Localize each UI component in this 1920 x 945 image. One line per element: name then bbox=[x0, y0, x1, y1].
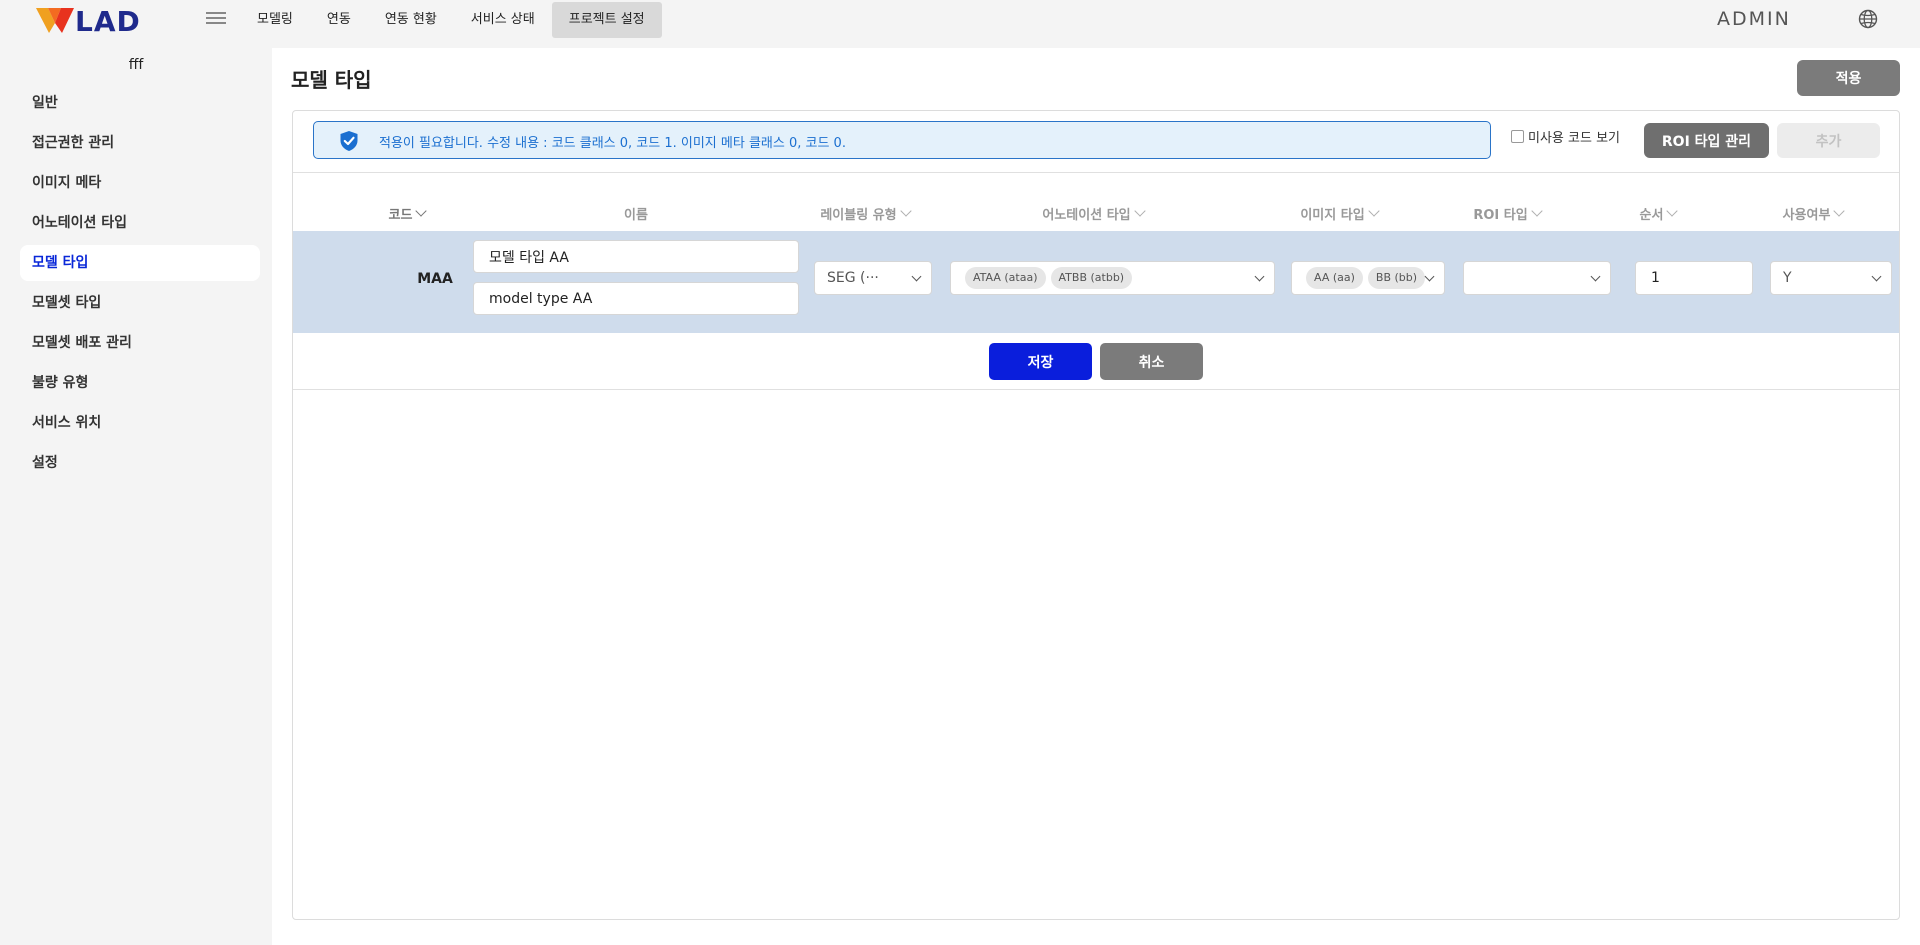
column-header-roi-type[interactable]: ROI 타입 bbox=[1427, 203, 1587, 223]
sidebar-item-access-control[interactable]: 접근권한 관리 bbox=[20, 125, 260, 161]
save-button[interactable]: 저장 bbox=[989, 343, 1092, 380]
labeling-type-value: SEG (··· bbox=[827, 270, 879, 286]
row-divider bbox=[293, 389, 1899, 390]
chevron-down-icon bbox=[1590, 271, 1601, 282]
column-header-annotation-type[interactable]: 어노테이션 타입 bbox=[933, 203, 1253, 223]
vlad-logo[interactable]: LAD bbox=[34, 3, 164, 35]
column-header-code[interactable]: 코드 bbox=[347, 203, 467, 223]
column-header-use-yn[interactable]: 사용여부 bbox=[1733, 203, 1893, 223]
chevron-down-icon bbox=[415, 205, 428, 217]
nav-item-integration-status[interactable]: 연동 현황 bbox=[368, 2, 454, 38]
cancel-button[interactable]: 취소 bbox=[1100, 343, 1203, 380]
show-unused-checkbox[interactable] bbox=[1511, 130, 1524, 143]
chevron-down-icon bbox=[1833, 205, 1846, 217]
roi-type-manage-button[interactable]: ROI 타입 관리 bbox=[1644, 123, 1769, 158]
nav-item-service-status[interactable]: 서비스 상태 bbox=[454, 2, 552, 38]
sidebar-item-modelset-type[interactable]: 모델셋 타입 bbox=[20, 285, 260, 321]
order-input[interactable] bbox=[1635, 261, 1753, 295]
page-title: 모델 타입 bbox=[291, 68, 372, 92]
annotation-tag[interactable]: ATAA (ataa) bbox=[965, 267, 1046, 289]
nav-item-integration[interactable]: 연동 bbox=[310, 2, 368, 38]
sidebar-item-general[interactable]: 일반 bbox=[20, 85, 260, 121]
hamburger-icon[interactable] bbox=[206, 9, 226, 29]
roi-type-select[interactable] bbox=[1463, 261, 1611, 295]
chevron-down-icon bbox=[1424, 271, 1435, 282]
notice-text: 적용이 필요합니다. 수정 내용 : 코드 클래스 0, 코드 1. 이미지 메… bbox=[379, 136, 846, 151]
annotation-tag[interactable]: ATBB (atbb) bbox=[1050, 267, 1133, 289]
image-type-select[interactable]: AA (aa) BB (bb) bbox=[1291, 261, 1445, 295]
main-content: 모델 타입 적용 적용이 필요합니다. 수정 내용 : 코드 클래스 0, 코드… bbox=[272, 48, 1920, 945]
project-name: fff bbox=[128, 57, 144, 73]
sidebar-item-image-meta[interactable]: 이미지 메타 bbox=[20, 165, 260, 201]
image-type-tag[interactable]: BB (bb) bbox=[1367, 267, 1426, 289]
sidebar-item-defect-type[interactable]: 불량 유형 bbox=[20, 365, 260, 401]
chevron-down-icon bbox=[1133, 205, 1146, 217]
show-unused-label[interactable]: 미사용 코드 보기 bbox=[1528, 127, 1620, 146]
image-type-tag[interactable]: AA (aa) bbox=[1306, 267, 1363, 289]
user-name[interactable]: ADMIN bbox=[1717, 8, 1791, 30]
name-en-input[interactable] bbox=[473, 282, 799, 315]
chevron-down-icon bbox=[1666, 205, 1679, 217]
annotation-type-select[interactable]: ATAA (ataa) ATBB (atbb) bbox=[950, 261, 1275, 295]
globe-icon[interactable] bbox=[1858, 9, 1878, 29]
use-yn-select[interactable]: Y bbox=[1770, 261, 1892, 295]
top-bar: LAD 모델링 연동 연동 현황 서비스 상태 프로젝트 설정 ADMIN bbox=[0, 0, 1920, 40]
sidebar-item-settings[interactable]: 설정 bbox=[20, 445, 260, 481]
chevron-down-icon bbox=[1367, 205, 1380, 217]
chevron-down-icon bbox=[1871, 271, 1882, 282]
model-type-panel: 적용이 필요합니다. 수정 내용 : 코드 클래스 0, 코드 1. 이미지 메… bbox=[292, 110, 1900, 920]
chevron-down-icon bbox=[911, 271, 922, 282]
svg-text:LAD: LAD bbox=[75, 5, 141, 35]
name-ko-input[interactable] bbox=[473, 240, 799, 273]
add-button[interactable]: 추가 bbox=[1777, 123, 1880, 158]
chevron-down-icon bbox=[1254, 271, 1265, 282]
toolbar-divider bbox=[293, 172, 1899, 173]
sidebar-item-modelset-deploy[interactable]: 모델셋 배포 관리 bbox=[20, 325, 260, 361]
column-header-order[interactable]: 순서 bbox=[1593, 203, 1723, 223]
nav-item-project-settings[interactable]: 프로젝트 설정 bbox=[551, 2, 662, 38]
sidebar-item-model-type[interactable]: 모델 타입 bbox=[20, 245, 260, 281]
labeling-type-select[interactable]: SEG (··· bbox=[814, 261, 932, 295]
show-unused-toggle[interactable]: 미사용 코드 보기 bbox=[1511, 127, 1620, 146]
use-yn-value: Y bbox=[1783, 270, 1792, 286]
sidebar-item-service-location[interactable]: 서비스 위치 bbox=[20, 405, 260, 441]
chevron-down-icon bbox=[899, 205, 912, 217]
pending-apply-notice: 적용이 필요합니다. 수정 내용 : 코드 클래스 0, 코드 1. 이미지 메… bbox=[313, 121, 1491, 159]
column-header-name: 이름 bbox=[624, 207, 648, 223]
column-header-labeling-type[interactable]: 레이블링 유형 bbox=[805, 203, 925, 223]
apply-button[interactable]: 적용 bbox=[1797, 60, 1900, 96]
nav-item-modeling[interactable]: 모델링 bbox=[240, 2, 310, 38]
main-nav: 모델링 연동 연동 현황 서비스 상태 프로젝트 설정 bbox=[240, 2, 662, 38]
sidebar: fff 일반 접근권한 관리 이미지 메타 어노테이션 타입 모델 타입 모델셋… bbox=[0, 40, 272, 945]
table-row-editing: MAA SEG (··· ATAA (ataa) ATBB (atbb) AA … bbox=[293, 231, 1899, 333]
shield-check-icon bbox=[340, 131, 358, 151]
column-header-image-type[interactable]: 이미지 타입 bbox=[1259, 203, 1419, 223]
chevron-down-icon bbox=[1531, 205, 1543, 217]
sidebar-item-annotation-type[interactable]: 어노테이션 타입 bbox=[20, 205, 260, 241]
